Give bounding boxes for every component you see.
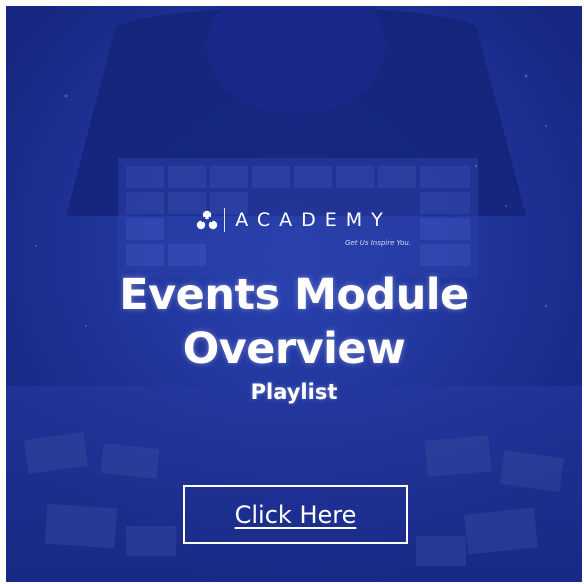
academy-logo-icon [197,210,218,230]
subtitle: Playlist [250,380,338,404]
logo-divider [224,208,226,232]
title-line-1: Events Module [119,270,469,320]
click-here-button[interactable]: Click Here [183,485,408,544]
brand-tagline: Get Us Inspire You. [345,239,412,247]
promo-banner: ACADEMY Get Us Inspire You. Events Modul… [6,6,582,582]
title-line-2: Overview [182,324,406,374]
academy-logo: ACADEMY [6,208,582,232]
brand-name: ACADEMY [235,209,392,231]
page-title: Events Module Overview [6,268,582,376]
